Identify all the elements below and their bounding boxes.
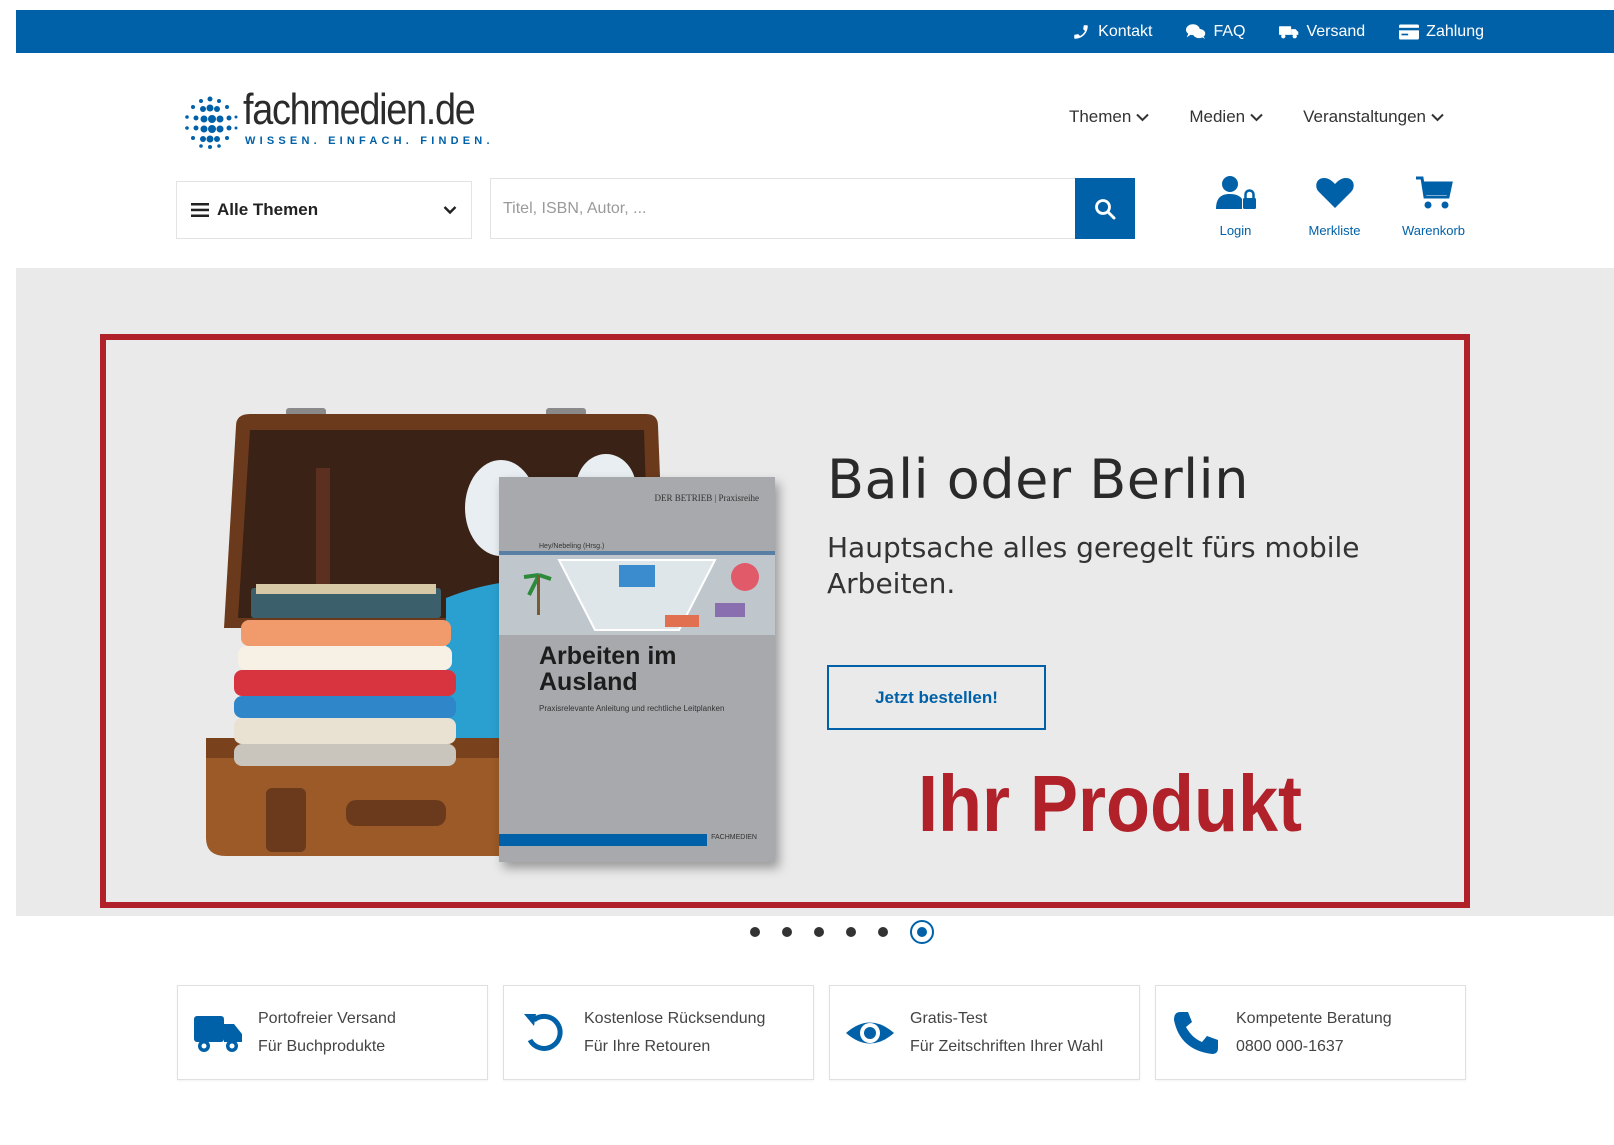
- feature-subtitle: Für Ihre Retouren: [584, 1037, 711, 1055]
- phone-icon: [1174, 1011, 1218, 1054]
- search-icon: [1095, 198, 1116, 219]
- feature-title: Kostenlose Rücksendung: [584, 1009, 766, 1027]
- hero-banner: DER BETRIEB | Praxisreihe Hey/Nebeling (…: [16, 268, 1614, 916]
- nav-item-medien-label: Medien: [1189, 107, 1246, 126]
- payment-link-label: Zahlung: [1426, 22, 1484, 40]
- credit-card-icon: [1399, 24, 1420, 39]
- wishlist-button[interactable]: Merkliste: [1285, 175, 1384, 238]
- feature-subtitle: Für Buchprodukte: [258, 1037, 386, 1055]
- carousel-dot[interactable]: [846, 927, 856, 937]
- chat-icon: [1186, 23, 1206, 39]
- header-actions: Login Merkliste Warenkorb: [1186, 175, 1483, 238]
- heart-icon: [1315, 178, 1354, 208]
- feature-title: Portofreier Versand: [258, 1009, 396, 1027]
- carousel-dot[interactable]: [782, 927, 792, 937]
- faq-link[interactable]: FAQ: [1186, 23, 1245, 41]
- carousel-dot-active[interactable]: [910, 920, 934, 944]
- top-bar: Kontakt FAQ Versand Zahlung: [16, 10, 1614, 53]
- shipping-link-label: Versand: [1306, 22, 1366, 40]
- service-links: Kontakt FAQ Versand Zahlung: [1071, 10, 1484, 53]
- nav-item-themen[interactable]: Themen: [1068, 107, 1150, 127]
- shipping-link[interactable]: Versand: [1279, 23, 1365, 41]
- usp-bar: Portofreier Versand Für Buchprodukte Kos…: [177, 985, 1466, 1080]
- feature-text: Gratis-Test Für Zeitschriften Ihrer Wahl: [910, 1005, 1103, 1061]
- payment-link[interactable]: Zahlung: [1399, 23, 1484, 41]
- nav-item-veranstaltungen[interactable]: Veranstaltungen: [1303, 107, 1444, 127]
- eye-icon: [846, 1022, 894, 1043]
- chevron-down-icon: [1136, 113, 1150, 121]
- chevron-down-icon: [443, 206, 457, 215]
- carousel-indicators: [750, 920, 934, 944]
- feature-free-trial: Gratis-Test Für Zeitschriften Ihrer Wahl: [829, 985, 1140, 1080]
- overlay-caption: Ihr Produkt: [918, 759, 1303, 848]
- nav-item-veranstaltungen-label: Veranstaltungen: [1303, 107, 1426, 126]
- phone-icon: [1074, 24, 1088, 39]
- truck-icon: [1279, 25, 1299, 38]
- nav-item-themen-label: Themen: [1068, 107, 1132, 126]
- chevron-down-icon: [1250, 113, 1263, 121]
- truck-icon: [194, 1015, 242, 1052]
- feature-text: Portofreier Versand Für Buchprodukte: [258, 1005, 396, 1061]
- cart-button[interactable]: Warenkorb: [1384, 175, 1483, 238]
- shopping-cart-icon: [1415, 176, 1453, 209]
- feature-free-returns: Kostenlose Rücksendung Für Ihre Retouren: [503, 985, 814, 1080]
- feature-subtitle: Für Zeitschriften Ihrer Wahl: [910, 1037, 1104, 1055]
- carousel-dot[interactable]: [750, 927, 760, 937]
- login-button[interactable]: Login: [1186, 175, 1285, 238]
- category-select-label: Alle Themen: [217, 200, 319, 219]
- main-nav: Themen Medien Veranstaltungen: [1069, 107, 1444, 127]
- faq-link-label: FAQ: [1213, 22, 1246, 40]
- feature-consulting: Kompetente Beratung 0800 000-1637: [1155, 985, 1466, 1080]
- user-lock-icon: [1215, 176, 1256, 209]
- hamburger-menu-icon: [191, 203, 209, 217]
- contact-link-label: Kontakt: [1098, 22, 1153, 40]
- wishlist-label: Merkliste: [1308, 223, 1361, 238]
- feature-free-shipping: Portofreier Versand Für Buchprodukte: [177, 985, 488, 1080]
- site-logo[interactable]: fachmedien.de WISSEN. EINFACH. FINDEN.: [181, 85, 494, 153]
- contact-link[interactable]: Kontakt: [1071, 23, 1152, 41]
- feature-title: Kompetente Beratung: [1236, 1009, 1392, 1027]
- logo-tagline: WISSEN. EINFACH. FINDEN.: [245, 135, 494, 147]
- feature-title: Gratis-Test: [910, 1009, 988, 1027]
- cart-label: Warenkorb: [1401, 223, 1466, 238]
- feature-subtitle: 0800 000-1637: [1236, 1037, 1344, 1055]
- chevron-down-icon: [1431, 113, 1444, 121]
- category-select[interactable]: Alle Themen: [176, 181, 472, 239]
- site-header: fachmedien.de WISSEN. EINFACH. FINDEN. T…: [16, 53, 1614, 268]
- login-label: Login: [1219, 223, 1252, 238]
- logo-wordmark: fachmedien.de: [243, 85, 476, 134]
- nav-item-medien[interactable]: Medien: [1189, 107, 1263, 127]
- carousel-dot[interactable]: [878, 927, 888, 937]
- return-icon: [524, 1013, 563, 1051]
- search-button[interactable]: [1075, 178, 1135, 239]
- logo-dots-icon: [185, 96, 238, 149]
- search-input[interactable]: [490, 178, 1076, 239]
- feature-text: Kostenlose Rücksendung Für Ihre Retouren: [584, 1005, 765, 1061]
- feature-text: Kompetente Beratung 0800 000-1637: [1236, 1005, 1392, 1061]
- carousel-dot[interactable]: [814, 927, 824, 937]
